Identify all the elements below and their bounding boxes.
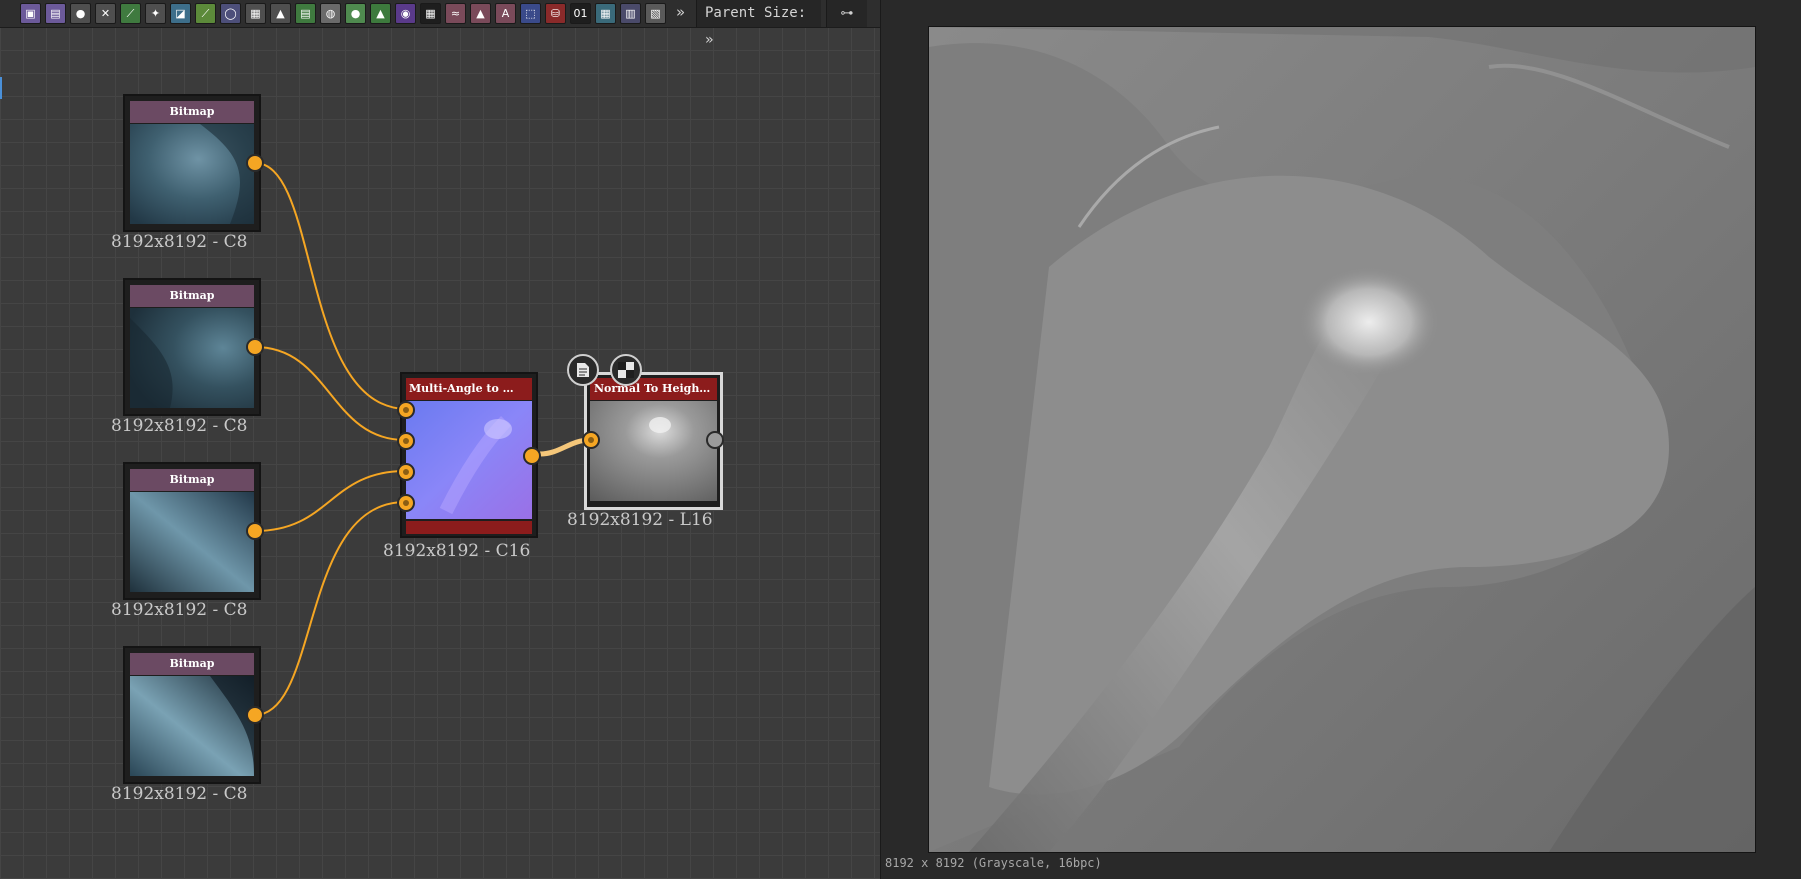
node-thumbnail: [590, 401, 717, 501]
node-thumbnail: [130, 676, 254, 776]
node-caption: 8192x8192 - C8: [111, 784, 248, 804]
blur-icon[interactable]: ◍: [320, 3, 341, 24]
node-title: Bitmap: [130, 285, 254, 307]
directional-warp-icon[interactable]: ≈: [445, 3, 466, 24]
normal-to-height-output-port[interactable]: [706, 431, 724, 449]
text-icon[interactable]: A: [495, 3, 516, 24]
multi-angle-node[interactable]: Multi-Angle to …: [400, 372, 538, 538]
node-caption: 8192x8192 - L16: [567, 510, 713, 530]
preview-status-text: 8192 x 8192 (Grayscale, 16bpc): [885, 856, 1102, 870]
output-icon[interactable]: ▧: [645, 3, 666, 24]
svg-icon[interactable]: ▤: [45, 3, 66, 24]
parent-size-label: Parent Size:: [705, 5, 807, 21]
checker-preview-icon[interactable]: [610, 354, 642, 386]
graph-options-button[interactable]: ⊶: [826, 0, 867, 27]
multi-angle-input-port-1[interactable]: [397, 401, 415, 419]
bitmap-2-output-port[interactable]: [246, 338, 264, 356]
node-caption: 8192x8192 - C8: [111, 600, 248, 620]
crop-icon[interactable]: ⬚: [520, 3, 541, 24]
node-caption: 8192x8192 - C8: [111, 232, 248, 252]
node-title: Bitmap: [130, 469, 254, 491]
bitmap-1-output-port[interactable]: [246, 154, 264, 172]
bitmap-3-output-port[interactable]: [246, 522, 264, 540]
node-thumbnail: [130, 308, 254, 408]
node-title: Bitmap: [130, 101, 254, 123]
node-title: Multi-Angle to …: [406, 378, 532, 400]
levels-icon[interactable]: ✦: [145, 3, 166, 24]
normal-to-height-input-port[interactable]: [582, 431, 600, 449]
preview-2d-panel[interactable]: 8192 x 8192 (Grayscale, 16bpc): [880, 0, 1801, 879]
fill-icon[interactable]: ▲: [270, 3, 291, 24]
multi-angle-input-port-4[interactable]: [397, 494, 415, 512]
node-caption: 8192x8192 - C16: [383, 541, 531, 561]
node-thumbnail: [130, 492, 254, 592]
emboss-icon[interactable]: ▲: [470, 3, 491, 24]
selection-marker: [0, 77, 2, 99]
parent-size-more: »: [705, 32, 714, 48]
normal-to-height-node[interactable]: Normal To Heigh…: [584, 372, 723, 510]
wire-bitmap-3: [254, 470, 406, 532]
node-title: Bitmap: [130, 653, 254, 675]
parent-size-dropdown[interactable]: Parent Size: »: [696, 0, 821, 48]
hsl-icon[interactable]: ▲: [370, 3, 391, 24]
sharpen-icon[interactable]: ●: [345, 3, 366, 24]
shape-icon[interactable]: ◯: [220, 3, 241, 24]
gradient-map-icon[interactable]: ⟋: [195, 3, 216, 24]
node-thumbnail: [130, 124, 254, 224]
blend-icon[interactable]: ◪: [170, 3, 191, 24]
warp-icon[interactable]: ▤: [295, 3, 316, 24]
bitmap-node-4[interactable]: Bitmap: [123, 646, 261, 784]
wire-bitmap-1: [254, 162, 406, 410]
wire-bitmap-4: [254, 501, 406, 716]
bitmap-node-1[interactable]: Bitmap: [123, 94, 261, 232]
bitmap-node-3[interactable]: Bitmap: [123, 462, 261, 600]
curve-icon[interactable]: ⟋: [120, 3, 141, 24]
document-icon[interactable]: [567, 354, 599, 386]
pixel-processor-icon[interactable]: 01: [570, 3, 591, 24]
graph-view[interactable]: Bitmap 8192x8192 - C8 Bitmap 8192x8192 -…: [0, 0, 880, 879]
fx-map-icon[interactable]: ▦: [595, 3, 616, 24]
wire-bitmap-2: [254, 346, 406, 441]
uniform-color-icon[interactable]: ●: [70, 3, 91, 24]
node-footer: [406, 521, 532, 534]
multi-angle-input-port-3[interactable]: [397, 463, 415, 481]
multi-angle-input-port-2[interactable]: [397, 432, 415, 450]
graph-icon[interactable]: ▥: [620, 3, 641, 24]
node-title: Normal To Heigh…: [590, 378, 717, 400]
tile-generator-icon[interactable]: ▦: [245, 3, 266, 24]
transform-icon[interactable]: ✕: [95, 3, 116, 24]
node-caption: 8192x8192 - C8: [111, 416, 248, 436]
noise-icon[interactable]: ▦: [420, 3, 441, 24]
bitmap-4-output-port[interactable]: [246, 706, 264, 724]
bitmap-icon[interactable]: ▣: [20, 3, 41, 24]
node-thumbnail: [406, 401, 532, 519]
paint-bucket-icon[interactable]: ⛁: [545, 3, 566, 24]
color-wheel-icon[interactable]: ◉: [395, 3, 416, 24]
multi-angle-output-port[interactable]: [523, 447, 541, 465]
toolbar-more-button[interactable]: »: [676, 3, 685, 21]
bitmap-node-2[interactable]: Bitmap: [123, 278, 261, 416]
height-preview-image[interactable]: [928, 26, 1756, 853]
